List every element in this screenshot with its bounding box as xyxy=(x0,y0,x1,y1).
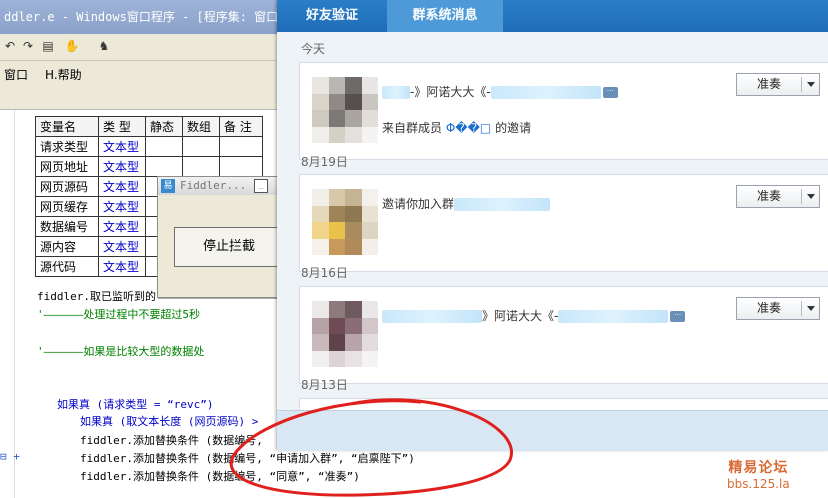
var-name: 请求类型 xyxy=(35,136,99,157)
var-note xyxy=(219,156,263,177)
approve-button-label[interactable]: 准奏 xyxy=(737,298,801,319)
var-array xyxy=(182,136,220,157)
message-text-c: 的邀请 xyxy=(495,121,532,135)
var-note xyxy=(219,136,263,157)
code-line-fiddler-call[interactable]: fiddler.取已监听到的 xyxy=(37,288,156,304)
redacted-name xyxy=(490,86,601,99)
watermark-url: bbs.125.la xyxy=(727,477,790,491)
var-type: 文本型 xyxy=(98,216,146,237)
approve-dropdown-button[interactable]: 准奏 xyxy=(736,73,820,96)
code-if-line[interactable]: 如果真 (请求类型 = “revc”) xyxy=(57,396,213,412)
avatar[interactable] xyxy=(312,189,378,255)
tab-bar: 好友验证 群系统消息 xyxy=(277,0,828,32)
var-static xyxy=(145,136,183,157)
find-icon[interactable]: ♞ xyxy=(96,38,112,54)
message-card: -》阿诺大大《- ··· 来自群成员 Φ��□ 的邀请 准奏 xyxy=(299,62,828,160)
redacted-name xyxy=(558,310,669,323)
editor-gutter xyxy=(14,110,15,498)
chat-bubble-icon[interactable]: ··· xyxy=(602,87,618,98)
approve-dropdown-button[interactable]: 准奏 xyxy=(736,185,820,208)
var-name: 网页地址 xyxy=(35,156,99,177)
redo-icon[interactable]: ↷ xyxy=(20,38,36,54)
expand-icon[interactable]: ⊟ + xyxy=(0,450,20,463)
button-separator xyxy=(801,301,802,316)
message-text-b: 来自群成员 xyxy=(382,121,443,135)
date-label: 8月16日 xyxy=(301,266,348,280)
message-source: 来自群成员 Φ��□ 的邀请 xyxy=(382,119,531,136)
message-text: -》阿诺大大《- ··· xyxy=(382,83,618,100)
code-if-inner[interactable]: 如果真 (取文本长度 (网页源码) > xyxy=(80,413,258,429)
date-label: 8月19日 xyxy=(301,155,348,169)
menu-window[interactable]: 窗口 xyxy=(4,66,28,83)
redacted-group-name xyxy=(454,198,551,211)
undo-icon[interactable]: ↶ xyxy=(2,38,18,54)
tab-friend-verification[interactable]: 好友验证 xyxy=(277,0,387,32)
approve-button-label[interactable]: 准奏 xyxy=(737,74,801,95)
chevron-down-icon[interactable] xyxy=(807,306,815,311)
message-text-a: 邀请你加入群 xyxy=(382,197,455,211)
chevron-down-icon[interactable] xyxy=(807,82,815,87)
var-type: 文本型 xyxy=(98,196,146,217)
var-array xyxy=(182,156,220,177)
code-add-condition-3[interactable]: fiddler.添加替换条件 (数据编号, “同意”, “准奏”) xyxy=(80,468,360,484)
var-name: 源内容 xyxy=(35,236,99,257)
message-card: 》阿诺大大《- ··· 准奏 xyxy=(299,286,828,384)
stop-intercept-button[interactable]: 停止拦截 xyxy=(174,227,284,267)
fiddler-title-text: Fiddler... xyxy=(180,179,247,192)
tab-group-system-messages[interactable]: 群系统消息 xyxy=(387,0,503,32)
message-card xyxy=(299,398,828,410)
redacted-name xyxy=(382,86,410,99)
chevron-down-icon[interactable] xyxy=(807,194,815,199)
var-type: 文本型 xyxy=(98,176,146,197)
var-name: 网页源码 xyxy=(35,176,99,197)
col-header-type: 类 型 xyxy=(98,116,146,137)
var-static xyxy=(145,156,183,177)
col-header-name: 变量名 xyxy=(35,116,99,137)
message-text: 》阿诺大大《- ··· xyxy=(382,307,686,324)
open-icon[interactable]: ▤ xyxy=(40,38,56,54)
message-window-footer xyxy=(277,410,828,451)
date-label: 8月13日 xyxy=(301,378,348,392)
redacted-name xyxy=(382,310,482,323)
message-text-a: 》阿诺大大《- xyxy=(482,309,559,323)
fiddler-dialog: 易 Fiddler... _ 停止拦截 xyxy=(157,176,289,298)
message-text: 邀请你加入群 xyxy=(382,195,551,212)
message-window: 好友验证 群系统消息 今天 -》阿诺大大《- ··· 来自群成员 Φ��□ 的邀请… xyxy=(277,0,828,451)
watermark-title: 精易论坛 xyxy=(728,460,789,476)
code-add-condition-2[interactable]: fiddler.添加替换条件 (数据编号, “申请加入群”, “启禀陛下”) xyxy=(80,450,415,466)
var-type: 文本型 xyxy=(98,236,146,257)
menu-help[interactable]: H.帮助 xyxy=(45,66,82,83)
table-row[interactable]: 网页地址 文本型 xyxy=(35,156,263,177)
button-separator xyxy=(801,189,802,204)
message-list[interactable]: 今天 -》阿诺大大《- ··· 来自群成员 Φ��□ 的邀请 准奏 8月19日 … xyxy=(277,32,828,410)
button-separator xyxy=(801,77,802,92)
watermark: 精易论坛 bbs.125.la xyxy=(727,457,790,491)
code-comment-2[interactable]: '——————如果是比较大型的数据处 xyxy=(37,343,204,359)
minimize-icon[interactable]: _ xyxy=(254,179,268,193)
approve-button-label[interactable]: 准奏 xyxy=(737,186,801,207)
var-name: 数据编号 xyxy=(35,216,99,237)
avatar[interactable] xyxy=(312,77,378,143)
app-icon: 易 xyxy=(161,179,175,193)
hand-icon[interactable]: ✋ xyxy=(64,38,80,54)
var-name: 网页缓存 xyxy=(35,196,99,217)
avatar[interactable] xyxy=(312,301,378,367)
fiddler-dialog-title: 易 Fiddler... _ xyxy=(158,177,288,195)
col-header-array: 数组 xyxy=(182,116,220,137)
approve-dropdown-button[interactable]: 准奏 xyxy=(736,297,820,320)
var-type: 文本型 xyxy=(98,256,146,277)
member-name[interactable]: Φ��□ xyxy=(446,121,491,135)
col-header-static: 静态 xyxy=(145,116,183,137)
date-label: 今天 xyxy=(301,42,326,56)
chat-bubble-icon[interactable]: ··· xyxy=(670,311,686,322)
code-comment-1[interactable]: '——————处理过程中不要超过5秒 xyxy=(37,306,200,322)
col-header-note: 备 注 xyxy=(219,116,263,137)
code-add-condition-1[interactable]: fiddler.添加替换条件 (数据编号, xyxy=(80,432,263,448)
var-type: 文本型 xyxy=(98,136,146,157)
var-type: 文本型 xyxy=(98,156,146,177)
table-row[interactable]: 请求类型 文本型 xyxy=(35,136,263,157)
message-card: 邀请你加入群 准奏 xyxy=(299,174,828,272)
message-text-a: -》阿诺大大《- xyxy=(410,85,491,99)
var-name: 源代码 xyxy=(35,256,99,277)
